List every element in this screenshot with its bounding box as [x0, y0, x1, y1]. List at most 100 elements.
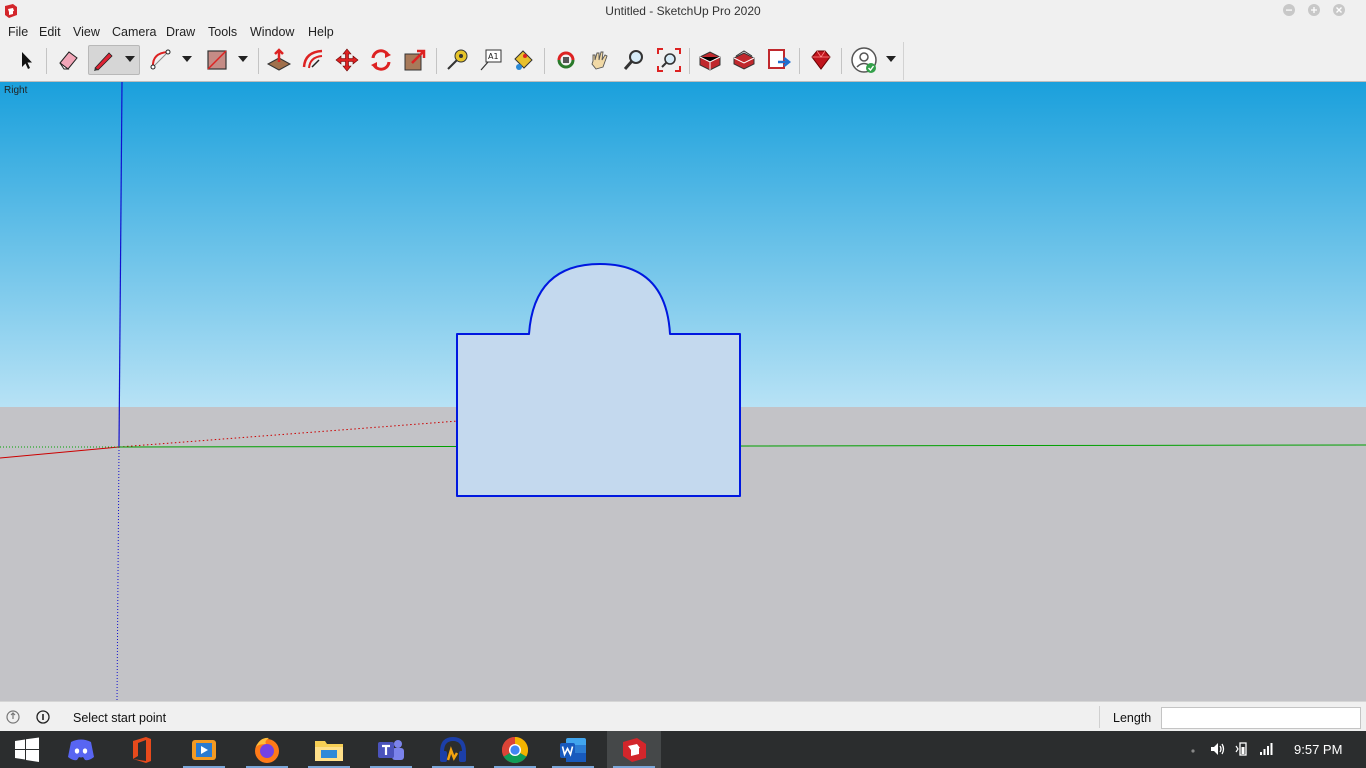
word-icon [560, 737, 586, 762]
scale-tool-button[interactable] [400, 45, 430, 75]
taskbar-clock[interactable]: 9:57 PM [1294, 742, 1342, 757]
rotate-icon [371, 49, 391, 71]
taskbar-audio-app[interactable] [426, 731, 480, 768]
taskbar-firefox[interactable] [240, 731, 294, 768]
push-pull-tool-button[interactable] [264, 45, 294, 75]
menu-draw[interactable]: Draw [166, 25, 195, 39]
zoom-icon [623, 50, 643, 70]
pan-icon [591, 51, 608, 70]
warehouse-icon [699, 51, 721, 71]
rectangle-tool-button[interactable] [202, 45, 232, 75]
zoom-tool-button[interactable] [619, 45, 649, 75]
geo-location-icon[interactable] [6, 710, 20, 724]
account-dropdown-arrow[interactable] [886, 56, 896, 62]
taskbar-sketchup[interactable] [607, 731, 661, 768]
menu-tools[interactable]: Tools [208, 25, 237, 39]
discord-icon [68, 739, 94, 760]
window-title: Untitled - SketchUp Pro 2020 [605, 4, 761, 18]
svg-text:A1: A1 [488, 52, 499, 61]
taskbar-teams[interactable] [364, 731, 418, 768]
select-icon [22, 52, 32, 69]
extension-warehouse-icon [733, 50, 755, 70]
file-explorer-icon [315, 740, 343, 761]
zoom-extents-icon [657, 48, 681, 72]
length-label: Length [1113, 711, 1152, 725]
account-button[interactable] [849, 45, 879, 75]
eraser-icon [59, 51, 78, 70]
taskbar-video-player[interactable] [177, 731, 231, 768]
status-bar: Select start point Length [0, 701, 1366, 731]
extension-warehouse-button[interactable] [729, 45, 759, 75]
view-label: Right [4, 85, 28, 96]
arc-tool-button[interactable] [146, 45, 176, 75]
firefox-icon [255, 737, 279, 763]
scale-icon [404, 49, 426, 71]
menu-window[interactable]: Window [250, 25, 294, 39]
rectangle-dropdown-arrow[interactable] [238, 56, 248, 62]
toolbar: A1 [0, 42, 904, 80]
paint-bucket-icon [514, 50, 533, 70]
arc-dropdown-arrow[interactable] [182, 56, 192, 62]
video-player-icon [192, 739, 216, 760]
text-icon: A1 [480, 49, 502, 71]
credits-info-icon[interactable] [36, 710, 50, 724]
sketchup-icon [623, 737, 646, 762]
measurements-input[interactable] [1161, 707, 1361, 729]
tray-dot-icon [1191, 749, 1195, 753]
close-button[interactable] [1333, 4, 1345, 16]
taskbar-file-explorer[interactable] [302, 731, 356, 768]
move-tool-button[interactable] [332, 45, 362, 75]
push-pull-icon [266, 48, 292, 71]
ruby-console-icon [811, 50, 831, 70]
menu-bar: File Edit View Camera Draw Tools Window … [0, 22, 1366, 42]
send-to-layout-button[interactable] [764, 45, 794, 75]
taskbar-discord[interactable] [54, 731, 108, 768]
minimize-button[interactable] [1283, 4, 1295, 16]
select-tool-button[interactable] [12, 45, 42, 75]
ruby-console-button[interactable] [806, 45, 836, 75]
rotate-tool-button[interactable] [366, 45, 396, 75]
taskbar-office[interactable] [115, 731, 169, 768]
volume-icon[interactable] [1209, 741, 1227, 757]
orbit-tool-button[interactable] [551, 45, 581, 75]
move-icon [335, 48, 359, 72]
tape-measure-tool-button[interactable] [442, 45, 472, 75]
windows-start-icon [15, 737, 39, 762]
paint-bucket-tool-button[interactable] [508, 45, 538, 75]
menu-edit[interactable]: Edit [39, 25, 61, 39]
audio-app-icon [440, 736, 466, 762]
pan-tool-button[interactable] [585, 45, 615, 75]
3d-warehouse-button[interactable] [695, 45, 725, 75]
menu-camera[interactable]: Camera [112, 25, 156, 39]
taskbar: 9:57 PM [0, 731, 1366, 768]
taskbar-chrome[interactable] [488, 731, 542, 768]
menu-view[interactable]: View [73, 25, 100, 39]
network-icon[interactable] [1259, 741, 1275, 757]
status-message: Select start point [73, 711, 167, 725]
start-button[interactable] [0, 731, 54, 768]
offset-icon [302, 49, 323, 69]
menu-help[interactable]: Help [308, 25, 334, 39]
send-to-layout-icon [768, 49, 792, 69]
office-icon [133, 736, 151, 763]
teams-icon [378, 739, 404, 760]
menu-file[interactable]: File [8, 25, 28, 39]
chrome-icon [501, 736, 529, 763]
rectangle-icon [207, 50, 227, 70]
text-tool-button[interactable]: A1 [476, 45, 506, 75]
arc-icon [150, 49, 171, 70]
taskbar-word[interactable] [546, 731, 600, 768]
drawing-viewport[interactable]: Right [0, 81, 1366, 701]
tape-measure-icon [447, 49, 468, 70]
line-pencil-icon [94, 52, 113, 71]
zoom-extents-tool-button[interactable] [654, 45, 684, 75]
title-bar: Untitled - SketchUp Pro 2020 [0, 0, 1366, 22]
offset-tool-button[interactable] [298, 45, 328, 75]
battery-icon[interactable] [1235, 741, 1251, 757]
orbit-icon [557, 51, 575, 69]
model-canvas[interactable] [0, 82, 1366, 701]
maximize-button[interactable] [1308, 4, 1320, 16]
eraser-tool-button[interactable] [53, 45, 83, 75]
line-dropdown-arrow[interactable] [125, 56, 135, 62]
account-icon [851, 47, 877, 73]
